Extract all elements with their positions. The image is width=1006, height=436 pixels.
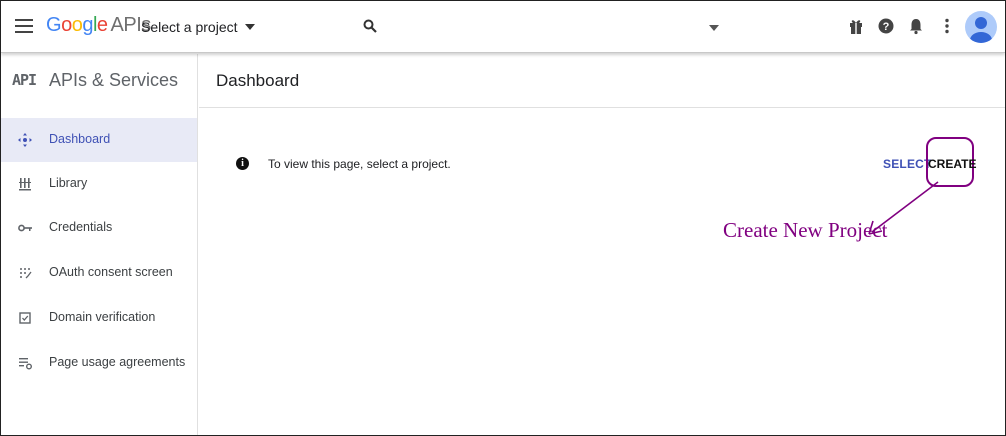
info-message: To view this page, select a project. xyxy=(268,157,451,171)
info-icon: i xyxy=(236,157,249,170)
top-app-bar: Google APIs Select a project ? xyxy=(1,1,1005,53)
sidebar-item-label: Domain verification xyxy=(49,310,156,324)
checkbox-icon xyxy=(19,312,31,324)
library-icon xyxy=(19,178,31,191)
search-dropdown-icon[interactable] xyxy=(709,25,719,31)
sidebar: API APIs & Services Dashboard Library Cr… xyxy=(1,54,198,435)
logo-google-text: Google xyxy=(46,14,108,36)
sidebar-item-label: Credentials xyxy=(49,220,113,234)
chevron-down-icon xyxy=(244,24,255,30)
key-icon xyxy=(18,224,32,232)
project-selector[interactable]: Select a project xyxy=(141,19,255,35)
help-icon[interactable]: ? xyxy=(877,17,895,35)
svg-text:?: ? xyxy=(883,21,890,33)
select-project-button[interactable]: SELECT xyxy=(883,157,932,171)
sidebar-item-label: Dashboard xyxy=(49,132,111,146)
sidebar-title: APIs & Services xyxy=(49,70,179,90)
main-header: Dashboard xyxy=(199,54,1005,108)
page-title: Dashboard xyxy=(216,71,300,90)
search-icon[interactable] xyxy=(363,19,377,33)
annotation-label: Create New Project xyxy=(723,218,888,242)
dashboard-icon xyxy=(18,133,32,147)
sidebar-item-credentials[interactable]: Credentials xyxy=(1,206,197,250)
google-apis-logo[interactable]: Google APIs xyxy=(46,14,151,37)
api-badge: API xyxy=(12,71,37,89)
sidebar-item-label: Page usage agreements xyxy=(49,355,186,369)
consent-icon xyxy=(20,268,32,279)
project-selector-label: Select a project xyxy=(141,19,238,35)
settings-list-icon xyxy=(19,358,32,370)
sidebar-item-label: Library xyxy=(49,176,88,190)
sidebar-item-library[interactable]: Library xyxy=(1,162,197,206)
sidebar-item-domain-verification[interactable]: Domain verification xyxy=(1,296,197,340)
account-avatar[interactable] xyxy=(965,11,997,43)
more-vert-icon[interactable] xyxy=(938,17,956,35)
menu-icon[interactable] xyxy=(15,19,33,33)
sidebar-item-dashboard[interactable]: Dashboard xyxy=(1,118,197,162)
sidebar-item-page-usage[interactable]: Page usage agreements xyxy=(1,341,197,385)
person-icon xyxy=(970,17,992,43)
gift-icon[interactable] xyxy=(847,17,865,35)
notifications-icon[interactable] xyxy=(907,17,925,35)
sidebar-item-oauth-consent[interactable]: OAuth consent screen xyxy=(1,251,197,295)
sidebar-item-label: OAuth consent screen xyxy=(49,265,173,279)
create-button-label: CREATE xyxy=(928,157,977,171)
